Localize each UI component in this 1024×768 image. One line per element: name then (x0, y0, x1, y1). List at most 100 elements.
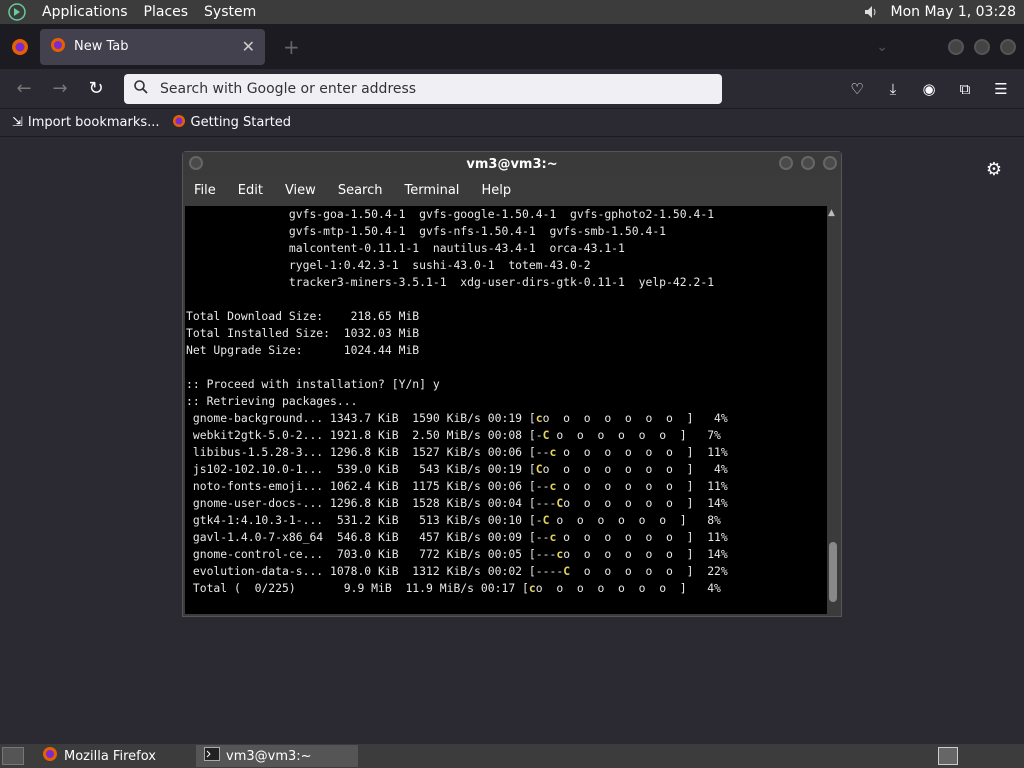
menu-edit[interactable]: Edit (227, 183, 274, 198)
places-menu[interactable]: Places (136, 0, 197, 24)
terminal-titlebar[interactable]: vm3@vm3:~ (183, 152, 841, 176)
downloads-icon[interactable]: ⤓ (882, 80, 904, 98)
window-menu-button[interactable] (189, 156, 203, 170)
download-info: gtk4-1:4.10.3-1-... 531.2 KiB 513 KiB/s … (186, 513, 543, 527)
bookmark-getting-started[interactable]: Getting Started (172, 114, 291, 132)
window-controls: ⌄ (876, 38, 1016, 55)
task-terminal[interactable]: vm3@vm3:~ (196, 745, 358, 767)
import-icon: ⇲ (12, 115, 23, 130)
terminal-icon (204, 747, 220, 765)
download-progress-tail: o o o o o o o ] 4% (542, 411, 728, 425)
top-panel: Applications Places System Mon May 1, 03… (0, 0, 1024, 24)
scroll-up-icon[interactable]: ▲ (828, 208, 835, 218)
download-row: gnome-user-docs-... 1296.8 KiB 1528 KiB/… (186, 495, 827, 512)
gear-icon[interactable]: ⚙ (986, 159, 1002, 180)
extensions-icon[interactable]: ⧉ (954, 80, 976, 98)
firefox-nav-bar: ← → ↻ Search with Google or enter addres… (0, 69, 1024, 109)
download-progress-tail: o o o o o o o ] 4% (542, 462, 728, 476)
firefox-icon (42, 746, 58, 766)
search-icon (134, 79, 148, 98)
bookmark-import-label: Import bookmarks... (27, 115, 160, 130)
close-window-button[interactable] (1000, 38, 1016, 55)
hamburger-menu-icon[interactable]: ☰ (990, 80, 1012, 98)
pacman-progress-marker: c (535, 411, 543, 425)
forward-button[interactable]: → (42, 78, 78, 99)
system-menu[interactable]: System (196, 0, 264, 24)
bookmarks-toolbar: ⇲ Import bookmarks... Getting Started (0, 109, 1024, 137)
firefox-view-icon[interactable] (0, 38, 40, 56)
terminal-line: rygel-1:0.42.3-1 sushi-43.0-1 totem-43.0… (186, 258, 591, 272)
terminal-line: gvfs-goa-1.50.4-1 gvfs-google-1.50.4-1 g… (186, 207, 715, 221)
menu-help[interactable]: Help (470, 183, 522, 198)
list-all-tabs-icon[interactable]: ⌄ (876, 39, 888, 55)
terminal-menubar: File Edit View Search Terminal Help (183, 176, 841, 204)
maximize-button[interactable] (974, 38, 990, 55)
download-progress-tail: o o o o o o ] 7% (549, 428, 721, 442)
volume-icon[interactable] (860, 4, 882, 20)
terminal-line: tracker3-miners-3.5.1-1 xdg-user-dirs-gt… (186, 275, 715, 289)
terminal-output[interactable]: gvfs-goa-1.50.4-1 gvfs-google-1.50.4-1 g… (185, 206, 827, 614)
download-row: gnome-control-ce... 703.0 KiB 772 KiB/s … (186, 546, 827, 563)
download-progress-tail: o o o o o ] 22% (570, 564, 728, 578)
menu-file[interactable]: File (183, 183, 227, 198)
terminal-line: Total Download Size: 218.65 MiB (186, 309, 420, 323)
download-info: gavl-1.4.0-7-x86_64 546.8 KiB 457 KiB/s … (186, 530, 550, 544)
download-row: evolution-data-s... 1078.0 KiB 1312 KiB/… (186, 563, 827, 580)
download-info: Total ( 0/225) 9.9 MiB 11.9 MiB/s 00:17 … (186, 581, 529, 595)
download-row: noto-fonts-emoji... 1062.4 KiB 1175 KiB/… (186, 478, 827, 495)
terminal-close-button[interactable] (823, 156, 837, 170)
firefox-icon (50, 37, 66, 57)
terminal-minimize-button[interactable] (779, 156, 793, 170)
download-progress-tail: o o o o o o o ] 4% (535, 581, 721, 595)
download-row: js102-102.10.0-1... 539.0 KiB 543 KiB/s … (186, 461, 827, 478)
close-tab-icon[interactable]: ✕ (242, 37, 255, 56)
download-progress-tail: o o o o o o ] 14% (563, 547, 728, 561)
terminal-line: :: Proceed with installation? [Y/n] y (186, 377, 440, 391)
clock[interactable]: Mon May 1, 03:28 (882, 4, 1024, 20)
url-bar-placeholder: Search with Google or enter address (160, 80, 417, 97)
url-bar[interactable]: Search with Google or enter address (124, 73, 722, 104)
new-tab-button[interactable]: + (283, 35, 300, 59)
terminal-maximize-button[interactable] (801, 156, 815, 170)
terminal-line: Total Installed Size: 1032.03 MiB (186, 326, 420, 340)
pocket-icon[interactable]: ♡ (846, 80, 868, 98)
download-progress-tail: o o o o o o ] 11% (556, 445, 728, 459)
scrollbar-thumb[interactable] (829, 542, 837, 602)
tab-new-tab[interactable]: New Tab ✕ (40, 28, 265, 65)
firefox-tab-strip: New Tab ✕ + ⌄ (0, 24, 1024, 69)
download-info: evolution-data-s... 1078.0 KiB 1312 KiB/… (186, 564, 564, 578)
menu-terminal[interactable]: Terminal (393, 183, 470, 198)
back-button[interactable]: ← (6, 78, 42, 99)
workspace-switcher[interactable] (938, 747, 958, 765)
terminal-title: vm3@vm3:~ (466, 156, 558, 172)
terminal-line: gvfs-mtp-1.50.4-1 gvfs-nfs-1.50.4-1 gvfs… (186, 224, 667, 238)
pacman-progress-marker: C (535, 462, 543, 476)
account-icon[interactable]: ◉ (918, 80, 940, 98)
minimize-button[interactable] (948, 38, 964, 55)
menu-view[interactable]: View (274, 183, 327, 198)
download-info: gnome-background... 1343.7 KiB 1590 KiB/… (186, 411, 536, 425)
task-firefox[interactable]: Mozilla Firefox (34, 745, 196, 767)
distro-logo-icon[interactable] (6, 1, 28, 23)
download-row: gnome-background... 1343.7 KiB 1590 KiB/… (186, 410, 827, 427)
download-row: Total ( 0/225) 9.9 MiB 11.9 MiB/s 00:17 … (186, 580, 827, 597)
show-desktop-button[interactable] (2, 747, 24, 765)
applications-menu[interactable]: Applications (34, 0, 136, 24)
download-info: libibus-1.5.28-3... 1296.8 KiB 1527 KiB/… (186, 445, 550, 459)
bookmark-import[interactable]: ⇲ Import bookmarks... (12, 115, 160, 130)
download-row: webkit2gtk-5.0-2... 1921.8 KiB 2.50 MiB/… (186, 427, 827, 444)
terminal-line: malcontent-0.11.1-1 nautilus-43.4-1 orca… (186, 241, 625, 255)
reload-button[interactable]: ↻ (78, 78, 114, 99)
toolbar-buttons: ♡ ⤓ ◉ ⧉ ☰ (846, 80, 1012, 98)
download-info: gnome-user-docs-... 1296.8 KiB 1528 KiB/… (186, 496, 557, 510)
pacman-progress-marker: c (528, 581, 536, 595)
download-row: gavl-1.4.0-7-x86_64 546.8 KiB 457 KiB/s … (186, 529, 827, 546)
terminal-scrollbar[interactable]: ▲ (827, 206, 839, 614)
download-row: libibus-1.5.28-3... 1296.8 KiB 1527 KiB/… (186, 444, 827, 461)
download-progress-tail: o o o o o o ] 11% (556, 479, 728, 493)
download-info: noto-fonts-emoji... 1062.4 KiB 1175 KiB/… (186, 479, 550, 493)
download-progress-tail: o o o o o o ] 14% (563, 496, 728, 510)
menu-search[interactable]: Search (327, 183, 394, 198)
firefox-icon (172, 114, 186, 132)
